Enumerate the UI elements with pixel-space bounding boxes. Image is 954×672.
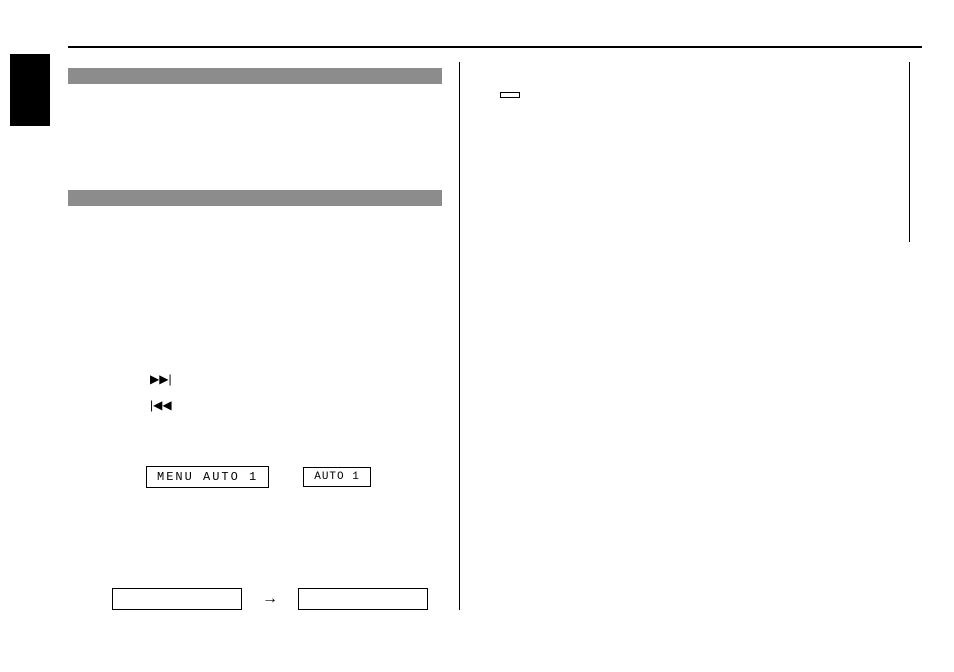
right-gap-top	[500, 62, 899, 92]
right-column	[460, 62, 910, 610]
section-heading-bar-2	[68, 190, 442, 206]
prev-track-row: |◀◀	[150, 398, 447, 412]
next-track-icon: ▶▶|	[150, 372, 172, 386]
two-column-layout: ▶▶| |◀◀ MENU AUTO 1 AUTO 1 →	[68, 62, 922, 610]
lcd-menu-auto: MENU AUTO 1	[146, 466, 269, 488]
arrow-right-icon: →	[262, 591, 278, 607]
lcd-display-row: MENU AUTO 1 AUTO 1	[146, 466, 447, 488]
section-heading-bar-1	[68, 68, 442, 84]
blank-key-icon	[500, 92, 520, 98]
next-track-row: ▶▶|	[150, 372, 447, 386]
lcd-auto-small: AUTO 1	[303, 467, 371, 487]
page-edge-tab	[10, 54, 50, 126]
section2-body-spacer	[68, 216, 447, 366]
step-flow-row: →	[112, 588, 447, 610]
page-body: ▶▶| |◀◀ MENU AUTO 1 AUTO 1 →	[68, 46, 922, 610]
right-column-inner	[500, 62, 910, 242]
gap	[68, 412, 447, 458]
key-reference-row	[500, 92, 899, 98]
flow-box-2	[298, 588, 428, 610]
flow-box-1	[112, 588, 242, 610]
prev-track-icon: |◀◀	[150, 398, 172, 412]
section1-body-spacer	[68, 94, 447, 184]
top-rule	[68, 46, 922, 48]
left-column: ▶▶| |◀◀ MENU AUTO 1 AUTO 1 →	[68, 62, 460, 610]
